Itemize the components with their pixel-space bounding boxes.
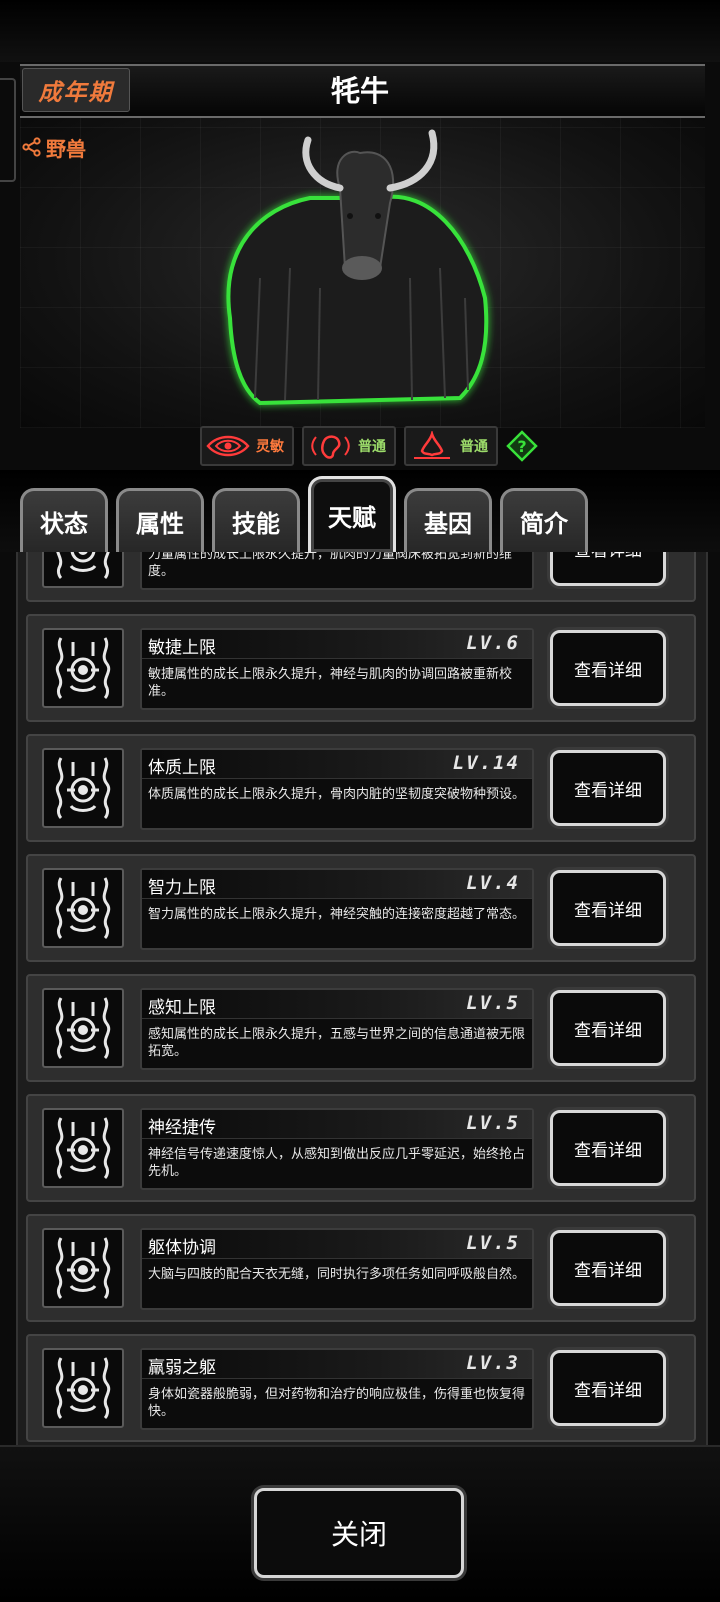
talent-card: 神经捷传 LV.5 神经信号传递速度惊人，从感知到做出反应几乎零延迟，始终抢占先… [26,1094,696,1202]
talent-level: LV.5 [466,1112,520,1134]
talent-level: LV.3 [466,1352,520,1374]
talent-icon [42,552,124,588]
trait-vision-label: 灵敏 [256,439,284,455]
talent-info: 力量上限 力量属性的成长上限永久提升，肌肉的力量阀床被拓宽到新的维度。 [140,552,534,590]
talent-title-row: 羸弱之躯 LV.3 [142,1350,532,1379]
top-frame [0,0,720,62]
talent-description: 力量属性的成长上限永久提升，肌肉的力量阀床被拓宽到新的维度。 [148,552,513,579]
trait-vision[interactable]: 灵敏 [200,426,294,466]
tab-bar: 状态 属性 技能 天赋 基因 简介 [0,470,720,552]
trait-hearing-label: 普通 [358,439,386,455]
tab-status[interactable]: 状态 [20,488,108,552]
talent-level: LV.4 [466,872,520,894]
talent-name: 体质上限 [148,758,216,778]
talent-rune-icon [55,1117,111,1180]
talent-rune-icon [55,877,111,940]
talent-info: 敏捷上限 LV.6 敏捷属性的成长上限永久提升，神经与肌肉的协调回路被重新校准。 [140,628,534,710]
left-edge-decoration [0,78,16,182]
talent-info: 神经捷传 LV.5 神经信号传递速度惊人，从感知到做出反应几乎零延迟，始终抢占先… [140,1108,534,1190]
talent-title-row: 感知上限 LV.5 [142,990,532,1019]
view-detail-button[interactable]: 查看详细 [550,1110,666,1186]
talent-name: 敏捷上限 [148,638,216,658]
talent-level: LV.5 [466,992,520,1014]
talent-info: 体质上限 LV.14 体质属性的成长上限永久提升，骨肉内脏的坚韧度突破物种预设。 [140,748,534,830]
tab-intro[interactable]: 简介 [500,488,588,552]
talent-info: 感知上限 LV.5 感知属性的成长上限永久提升，五感与世界之间的信息通道被无限拓… [140,988,534,1070]
talent-card: 智力上限 LV.4 智力属性的成长上限永久提升，神经突触的连接密度超越了常态。 … [26,854,696,962]
ear-icon [311,435,350,459]
talent-card: 躯体协调 LV.5 大脑与四肢的配合天衣无缝，同时执行多项任务如同呼吸般自然。 … [26,1214,696,1322]
category-row[interactable]: 野兽 [22,132,86,162]
view-detail-button[interactable]: 查看详细 [550,870,666,946]
talent-card: 感知上限 LV.5 感知属性的成长上限永久提升，五感与世界之间的信息通道被无限拓… [26,974,696,1082]
talent-card: 羸弱之躯 LV.3 身体如瓷器般脆弱，但对药物和治疗的响应极佳，伤得重也恢复得快… [26,1334,696,1442]
talent-card: 敏捷上限 LV.6 敏捷属性的成长上限永久提升，神经与肌肉的协调回路被重新校准。… [26,614,696,722]
view-detail-button[interactable]: 查看详细 [550,630,666,706]
talent-description: 体质属性的成长上限永久提升，骨肉内脏的坚韧度突破物种预设。 [148,787,526,802]
share-icon[interactable] [22,137,42,157]
tab-genes[interactable]: 基因 [404,488,492,552]
talent-title-row: 智力上限 LV.4 [142,870,532,899]
svg-text:?: ? [517,437,526,456]
help-icon[interactable]: ? [506,430,538,462]
talent-title-row: 神经捷传 LV.5 [142,1110,532,1139]
nose-icon [414,431,450,459]
close-button[interactable]: 关闭 [254,1488,464,1578]
talent-title-row: 敏捷上限 LV.6 [142,630,532,659]
talent-description: 智力属性的成长上限永久提升，神经突触的连接密度超越了常态。 [148,907,526,922]
talent-level: LV.5 [466,1232,520,1254]
talent-icon [42,1108,124,1188]
talent-description: 敏捷属性的成长上限永久提升，神经与肌肉的协调回路被重新校准。 [148,667,513,699]
talent-list[interactable]: 力量上限 力量属性的成长上限永久提升，肌肉的力量阀床被拓宽到新的维度。 查看详细 [16,552,708,1445]
tab-talents[interactable]: 天赋 [308,476,396,552]
view-detail-button[interactable]: 查看详细 [550,552,666,586]
view-detail-button[interactable]: 查看详细 [550,990,666,1066]
talent-name: 智力上限 [148,878,216,898]
talent-icon [42,868,124,948]
talent-description: 大脑与四肢的配合天衣无缝，同时执行多项任务如同呼吸般自然。 [148,1267,526,1282]
talent-description: 感知属性的成长上限永久提升，五感与世界之间的信息通道被无限拓宽。 [148,1027,526,1059]
tab-attributes[interactable]: 属性 [116,488,204,552]
talent-title-row: 躯体协调 LV.5 [142,1230,532,1259]
talent-info: 羸弱之躯 LV.3 身体如瓷器般脆弱，但对药物和治疗的响应极佳，伤得重也恢复得快… [140,1348,534,1430]
talent-rune-icon [55,1357,111,1420]
talent-rune-icon [56,552,110,580]
view-detail-button[interactable]: 查看详细 [550,1350,666,1426]
trait-hearing[interactable]: 普通 [302,426,396,466]
yak-portrait [226,129,489,406]
talent-name: 羸弱之躯 [148,1358,216,1378]
talent-rune-icon [55,1237,111,1300]
view-detail-button[interactable]: 查看详细 [550,1230,666,1306]
category-label: 野兽 [46,136,86,161]
talent-description: 神经信号传递速度惊人，从感知到做出反应几乎零延迟，始终抢占先机。 [148,1147,526,1179]
talent-level: LV.6 [466,632,520,654]
talent-icon [42,628,124,708]
talent-name: 躯体协调 [148,1238,216,1258]
talent-card: 力量上限 力量属性的成长上限永久提升，肌肉的力量阀床被拓宽到新的维度。 查看详细 [26,552,696,602]
talent-icon [42,1348,124,1428]
talent-title-row: 体质上限 LV.14 [142,750,532,779]
trait-smell[interactable]: 普通 [404,426,498,466]
talent-rune-icon [55,637,111,700]
talent-rune-icon [55,757,111,820]
growth-stage-badge: 成年期 [22,68,130,112]
trait-smell-label: 普通 [460,439,488,455]
eye-icon [206,435,250,457]
talent-rune-icon [55,997,111,1060]
talent-name: 神经捷传 [148,1118,216,1138]
sense-traits: 灵敏 普通 普通 ? [200,426,538,466]
talent-info: 躯体协调 LV.5 大脑与四肢的配合天衣无缝，同时执行多项任务如同呼吸般自然。 [140,1228,534,1310]
talent-info: 智力上限 LV.4 智力属性的成长上限永久提升，神经突触的连接密度超越了常态。 [140,868,534,950]
talent-level: LV.14 [452,752,520,774]
tab-skills[interactable]: 技能 [212,488,300,552]
talent-card: 体质上限 LV.14 体质属性的成长上限永久提升，骨肉内脏的坚韧度突破物种预设。… [26,734,696,842]
talent-icon [42,748,124,828]
talent-icon [42,988,124,1068]
creature-name: 牦牛 [330,74,389,108]
talent-name: 感知上限 [148,998,216,1018]
view-detail-button[interactable]: 查看详细 [550,750,666,826]
talent-description: 身体如瓷器般脆弱，但对药物和治疗的响应极佳，伤得重也恢复得快。 [148,1387,526,1419]
talent-icon [42,1228,124,1308]
